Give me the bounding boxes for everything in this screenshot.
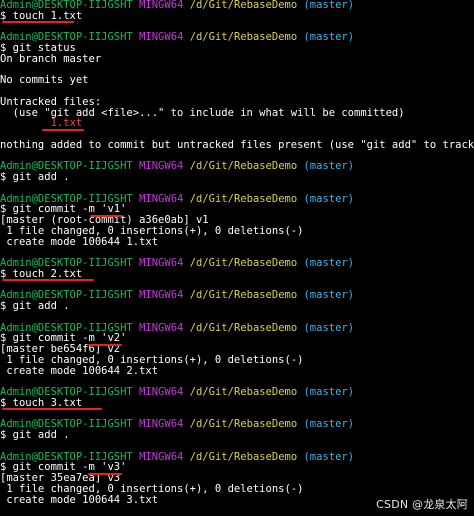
prompt-path: /d/Git/RebaseDemo [189,192,298,205]
prompt-env: MINGW64 [139,386,184,398]
prompt-branch: (master) [303,418,355,431]
prompt-env: MINGW64 [139,31,184,44]
output-line: 1 file changed, 0 insertions(+), 0 delet… [0,224,304,237]
prompt-path: /d/Git/RebaseDemo [189,257,298,269]
prompt-path: /d/Git/RebaseDemo [189,321,298,334]
prompt-path: /d/Git/RebaseDemo [189,450,298,463]
output-line: 1 file changed, 0 insertions(+), 0 delet… [0,353,304,366]
prompt-env: MINGW64 [139,257,184,269]
prompt-path: /d/Git/RebaseDemo [189,160,298,173]
prompt-branch: (master) [303,321,355,334]
command-line: $ touch 1.txt [0,9,83,22]
prompt-path: /d/Git/RebaseDemo [189,289,298,302]
annotation-underline [88,472,122,475]
watermark-text: CSDN @龙泉太阿 [376,498,468,511]
prompt-branch: (master) [303,160,355,173]
output-line: Untracked files: [0,95,102,108]
prompt-line: Admin@DESKTOP-IIJGSHT MINGW64 /d/Git/Reb… [0,290,474,301]
prompt-env: MINGW64 [139,192,184,205]
prompt-env: MINGW64 [139,418,184,431]
prompt-branch: (master) [303,386,355,398]
command-line: $ touch 2.txt [0,267,83,280]
prompt-env: MINGW64 [139,450,184,463]
annotation-underline [2,279,94,281]
annotation-underline [88,343,122,346]
prompt-path: /d/Git/RebaseDemo [189,386,298,398]
prompt-env: MINGW64 [139,0,184,11]
prompt-line: Admin@DESKTOP-IIJGSHT MINGW64 /d/Git/Reb… [0,161,474,172]
untracked-file-line: 1.txt [0,117,83,130]
output-line: 1 file changed, 0 insertions(+), 0 delet… [0,482,304,495]
prompt-branch: (master) [303,450,355,463]
output-line: nothing added to commit but untracked fi… [0,138,474,151]
prompt-branch: (master) [303,289,355,302]
prompt-branch: (master) [303,0,355,11]
annotation-underline [42,128,84,131]
prompt-branch: (master) [303,192,355,205]
prompt-env: MINGW64 [139,160,184,173]
prompt-path: /d/Git/RebaseDemo [189,0,298,11]
prompt-path: /d/Git/RebaseDemo [189,418,298,431]
output-line: create mode 100644 2.txt [0,364,159,377]
command-line: $ touch 3.txt [0,396,83,409]
prompt-path: /d/Git/RebaseDemo [189,31,298,44]
command-line: $ git add . [0,429,70,441]
annotation-underline [2,21,74,23]
command-line: $ git add . [0,171,70,183]
annotation-underline [90,214,122,217]
output-line: On branch master [0,52,102,65]
prompt-line: Admin@DESKTOP-IIJGSHT MINGW64 /d/Git/Reb… [0,419,474,430]
output-line: No commits yet [0,74,89,87]
command-line: $ git add . [0,300,70,312]
prompt-env: MINGW64 [139,289,184,302]
terminal-window[interactable]: Admin@DESKTOP-IIJGSHT MINGW64 /d/Git/Reb… [0,0,474,516]
output-line: create mode 100644 1.txt [0,235,159,248]
prompt-env: MINGW64 [139,321,184,334]
prompt-branch: (master) [303,257,355,269]
prompt-branch: (master) [303,31,355,44]
annotation-underline [2,408,102,410]
